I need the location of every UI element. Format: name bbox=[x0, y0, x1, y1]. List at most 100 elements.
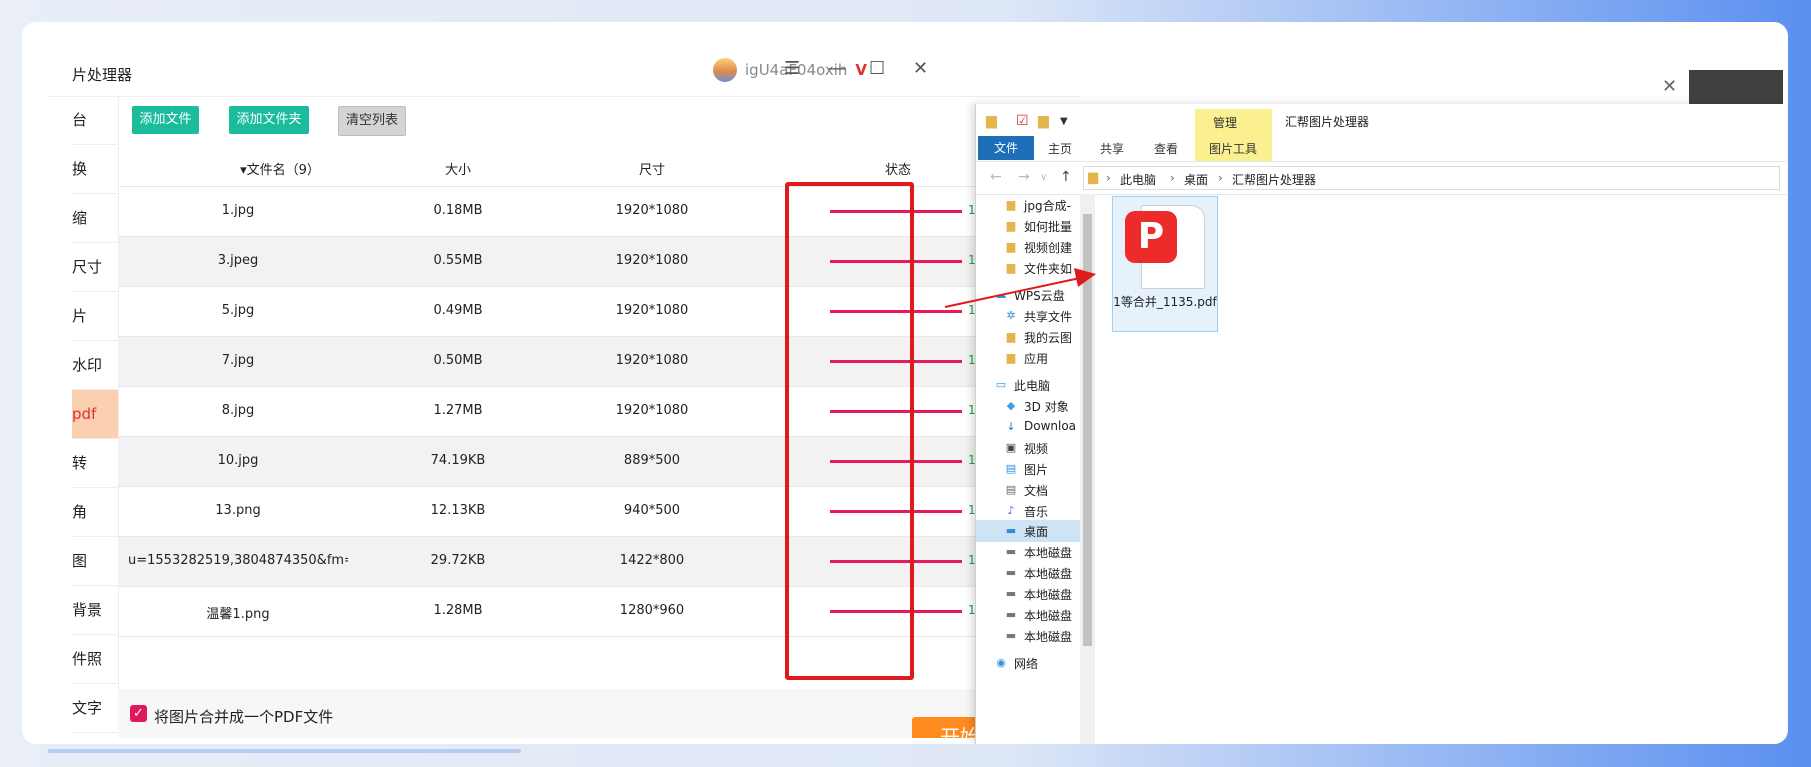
breadcrumb-item[interactable]: 此电脑 bbox=[1120, 171, 1156, 188]
sidebar-item[interactable]: 尺寸 bbox=[72, 243, 118, 292]
nav-item[interactable]: ▬ 本地磁盘 bbox=[976, 583, 1080, 605]
new-folder-icon[interactable]: ▆ bbox=[1038, 113, 1049, 129]
nav-item[interactable]: ▆ 文件夹如 bbox=[976, 257, 1080, 279]
nav-item[interactable]: ▆ jpg合成- bbox=[976, 194, 1080, 216]
minimize-icon[interactable]: — bbox=[828, 58, 846, 79]
screenshot-card: 片处理器 igU4aF04oxih V ☰ — ☐ ✕ 台 换 缩 尺寸 片 水… bbox=[22, 22, 1788, 744]
nav-item[interactable]: ◆ 3D 对象 bbox=[976, 395, 1080, 417]
sidebar-item[interactable]: 背景 bbox=[72, 586, 118, 635]
close-icon[interactable]: ✕ bbox=[913, 58, 928, 79]
column-header-name[interactable]: ▾文件名（9） bbox=[200, 159, 360, 178]
nav-scrollbar[interactable] bbox=[1080, 194, 1095, 744]
table-header: ▾文件名（9） 大小 尺寸 状态 bbox=[118, 146, 1080, 187]
file-size-cell: 0.18MB bbox=[433, 203, 483, 218]
sidebar-item[interactable]: 片 bbox=[72, 292, 118, 341]
nav-item-label: 桌面 bbox=[1024, 525, 1049, 539]
tab-share[interactable]: 共享 bbox=[1100, 140, 1124, 157]
tab-file[interactable]: 文件 bbox=[978, 136, 1034, 160]
tab-home[interactable]: 主页 bbox=[1048, 140, 1072, 157]
tab-view[interactable]: 查看 bbox=[1154, 140, 1178, 157]
table-row[interactable]: 10.jpg74.19KB889*500100% bbox=[118, 437, 1080, 487]
maximize-icon[interactable]: ☐ bbox=[869, 58, 885, 79]
nav-item[interactable]: ▬ 桌面 bbox=[976, 520, 1080, 542]
nav-item[interactable]: ▣ 视频 bbox=[976, 437, 1080, 459]
nav-item[interactable]: ☁ WPS云盘 bbox=[976, 284, 1080, 306]
file-item[interactable]: P 1等合并_1135.pdf bbox=[1112, 196, 1218, 332]
sidebar: 台 换 缩 尺寸 片 水印 pdf 转 角 图 背景 件照 文字 bbox=[72, 96, 119, 738]
cloud-icon: ☁ bbox=[995, 288, 1007, 301]
chevron-down-icon[interactable]: ∨ bbox=[1040, 172, 1047, 183]
sidebar-item[interactable]: 图 bbox=[72, 537, 118, 586]
sidebar-item[interactable]: 角 bbox=[72, 488, 118, 537]
window-title: 汇帮图片处理器 bbox=[1285, 115, 1370, 129]
sidebar-item[interactable]: 文字 bbox=[72, 684, 118, 733]
nav-item[interactable]: ▤ 文档 bbox=[976, 479, 1080, 501]
vip-icon: V bbox=[855, 61, 867, 79]
up-arrow-icon[interactable]: ↑ bbox=[1060, 169, 1072, 185]
sidebar-item[interactable]: 台 bbox=[72, 96, 118, 145]
table-row[interactable]: 1.jpg0.18MB1920*1080100% bbox=[118, 187, 1080, 237]
column-header-dimension[interactable]: 尺寸 bbox=[592, 159, 712, 178]
table-row[interactable]: 7.jpg0.50MB1920*1080100% bbox=[118, 337, 1080, 387]
merge-pdf-checkbox[interactable]: ✓ bbox=[130, 705, 147, 722]
nav-item[interactable]: ▬ 本地磁盘 bbox=[976, 604, 1080, 626]
nav-item-label: 本地磁盘 bbox=[1024, 588, 1073, 602]
table-row[interactable]: 5.jpg0.49MB1920*1080100% bbox=[118, 287, 1080, 337]
column-header-size[interactable]: 大小 bbox=[398, 159, 518, 178]
table-row[interactable]: 温馨1.png1.28MB1280*960100% bbox=[118, 587, 1080, 637]
image-processor-window: 片处理器 igU4aF04oxih V ☰ — ☐ ✕ 台 换 缩 尺寸 片 水… bbox=[48, 42, 1080, 738]
nav-item[interactable]: ▆ 我的云图 bbox=[976, 326, 1080, 348]
sidebar-item[interactable]: 件照 bbox=[72, 635, 118, 684]
sidebar-item-pdf[interactable]: pdf bbox=[72, 390, 118, 439]
sidebar-item[interactable]: 换 bbox=[72, 145, 118, 194]
address-box[interactable]: ▆ › 此电脑 › 桌面 › 汇帮图片处理器 bbox=[1083, 166, 1780, 190]
nav-item-label: 音乐 bbox=[1024, 505, 1049, 519]
network-icon: ◉ bbox=[996, 656, 1006, 669]
file-name-cell: 1.jpg bbox=[221, 203, 255, 218]
table-row[interactable]: u=1553282519,3804874350&fm=2... 29.72KB 14… bbox=[118, 537, 1080, 587]
file-size-cell: 29.72KB bbox=[430, 553, 486, 568]
forward-arrow-icon[interactable]: → bbox=[1018, 169, 1030, 185]
menu-icon[interactable]: ☰ bbox=[784, 58, 800, 79]
table-row[interactable]: 13.png12.13KB940*500100% bbox=[118, 487, 1080, 537]
chevron-down-icon[interactable]: ▼ bbox=[1060, 116, 1068, 127]
table-row[interactable]: 3.jpeg0.55MB1920*1080100% bbox=[118, 237, 1080, 287]
properties-icon[interactable]: ☑ bbox=[1016, 113, 1029, 129]
scrollbar-thumb[interactable] bbox=[1083, 214, 1092, 646]
nav-item[interactable]: ✲ 共享文件 bbox=[976, 305, 1080, 327]
nav-item[interactable]: ▬ 本地磁盘 bbox=[976, 562, 1080, 584]
nav-item[interactable]: ▬ 本地磁盘 bbox=[976, 541, 1080, 563]
close-icon[interactable]: ✕ bbox=[1662, 76, 1677, 97]
navigation-pane: ▆ jpg合成- ▆ 如何批量 ▆ 视频创建 ▆ 文件夹如 ☁ WPS云盘 ✲ 共享文件 ▆ 我的云图 ▆ 应… bbox=[976, 194, 1080, 744]
nav-item-label: 应用 bbox=[1024, 352, 1049, 366]
nav-item-label: 文档 bbox=[1024, 484, 1049, 498]
nav-item[interactable]: ↓ Downloa bbox=[976, 416, 1080, 438]
add-folder-button[interactable]: 添加文件夹 bbox=[229, 106, 309, 134]
table-row[interactable]: 8.jpg1.27MB1920*1080100% bbox=[118, 387, 1080, 437]
nav-item[interactable]: ◉ 网络 bbox=[976, 652, 1080, 674]
nav-item[interactable]: ▤ 图片 bbox=[976, 458, 1080, 480]
nav-item[interactable]: ♪ 音乐 bbox=[976, 500, 1080, 522]
folder-icon: ▆ bbox=[1006, 219, 1016, 232]
sidebar-item[interactable]: 缩 bbox=[72, 194, 118, 243]
breadcrumb-item[interactable]: 汇帮图片处理器 bbox=[1232, 171, 1316, 188]
breadcrumb-item[interactable]: 桌面 bbox=[1184, 171, 1208, 188]
nav-item-label: 图片 bbox=[1024, 463, 1049, 477]
nav-item-label: WPS云盘 bbox=[1014, 289, 1065, 303]
nav-item[interactable]: ▆ 如何批量 bbox=[976, 215, 1080, 237]
back-arrow-icon[interactable]: ← bbox=[990, 169, 1002, 185]
add-file-button[interactable]: 添加文件 bbox=[132, 106, 199, 134]
column-header-status[interactable]: 状态 bbox=[858, 159, 938, 178]
nav-item-label: 共享文件 bbox=[1024, 310, 1073, 324]
sidebar-item[interactable]: 转 bbox=[72, 439, 118, 488]
download-icon: ↓ bbox=[1006, 420, 1016, 433]
nav-item[interactable]: ▭ 此电脑 bbox=[976, 374, 1080, 396]
picture-tools-tab[interactable]: 图片工具 bbox=[1209, 140, 1257, 157]
clear-list-button[interactable]: 清空列表 bbox=[338, 106, 406, 136]
file-dimension-cell: 1280*960 bbox=[619, 603, 685, 618]
nav-item[interactable]: ▆ 视频创建 bbox=[976, 236, 1080, 258]
nav-item[interactable]: ▬ 本地磁盘 bbox=[976, 625, 1080, 647]
sidebar-item[interactable]: 水印 bbox=[72, 341, 118, 390]
manage-tab[interactable]: 管理 bbox=[1213, 114, 1237, 131]
nav-item[interactable]: ▆ 应用 bbox=[976, 347, 1080, 369]
